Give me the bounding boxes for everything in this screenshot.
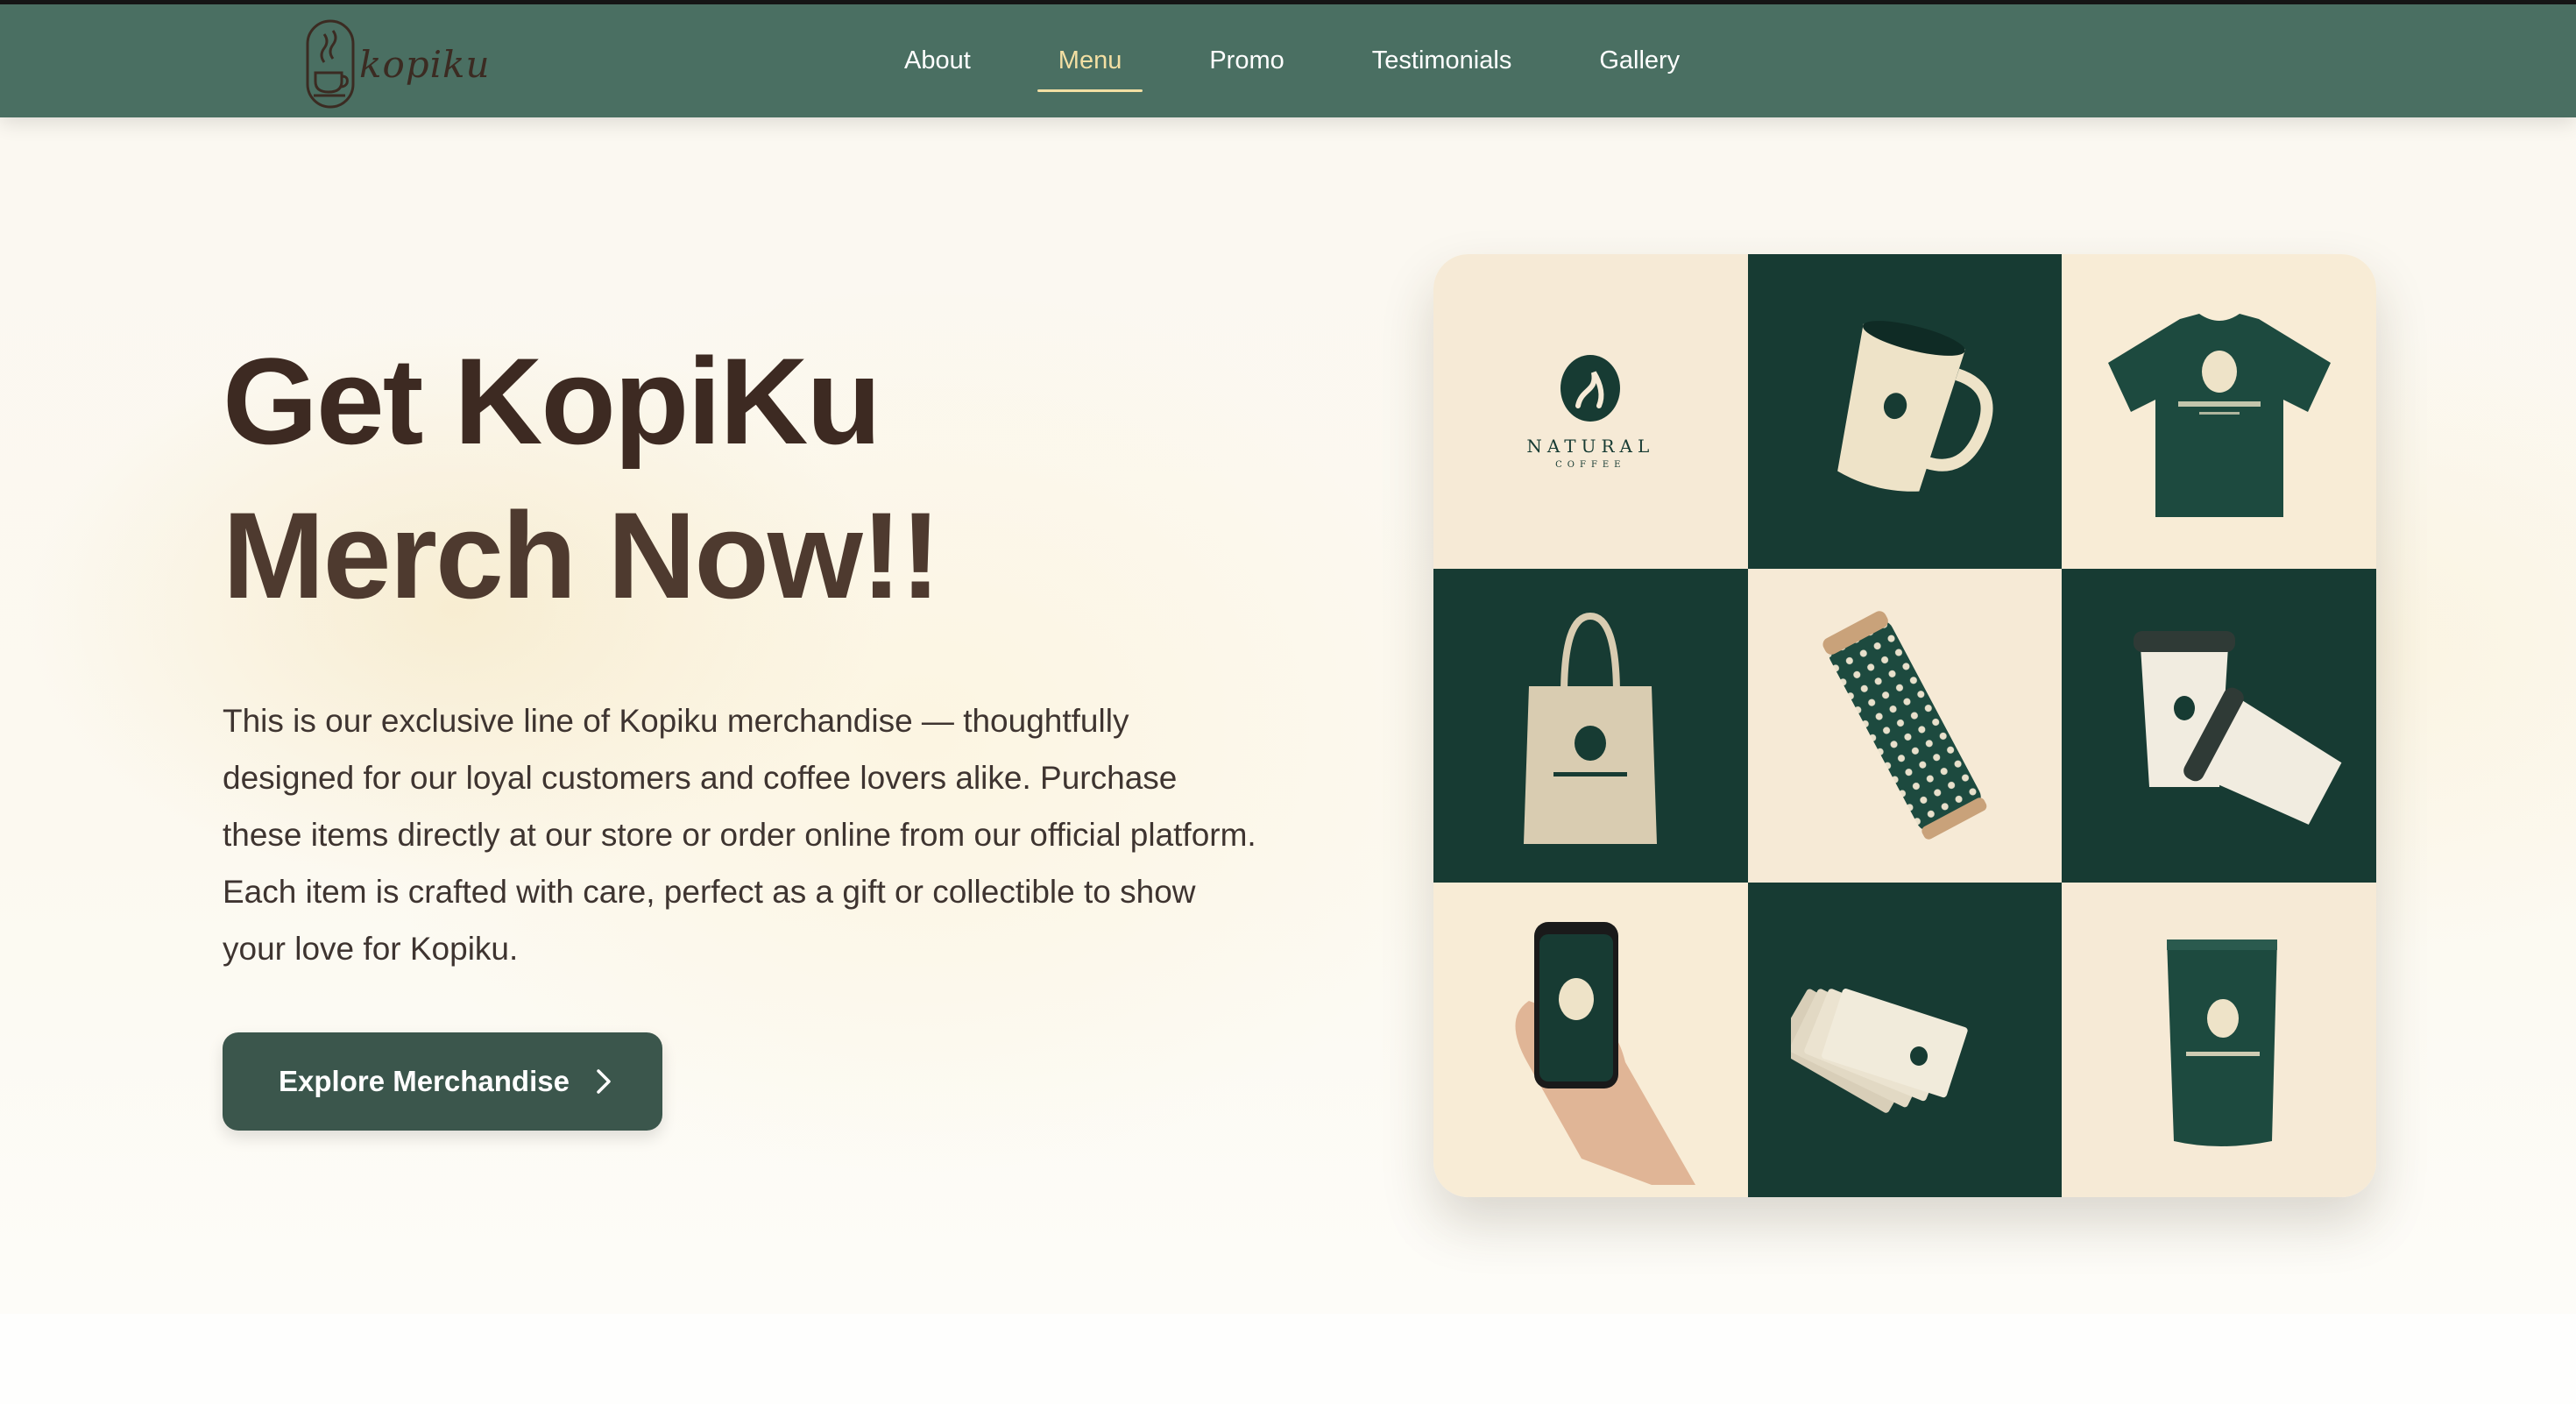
main-nav: About Menu Promo Testimonials Gallery <box>876 4 1681 117</box>
hero-title-line1: Get KopiKu <box>223 332 881 470</box>
merch-logo-tile: NATURAL COFFEE <box>1433 254 1748 569</box>
logo-brand-sub: COFFEE <box>1555 459 1626 470</box>
brand-wordmark: kopiku <box>359 42 491 86</box>
merch-paper-cups-tile <box>2062 568 2376 883</box>
merch-business-cards-tile <box>1747 883 2063 1197</box>
nav-testimonials[interactable]: Testimonials <box>1370 4 1514 117</box>
merch-mug-tile <box>1747 254 2063 569</box>
tumbler-icon <box>1822 611 1987 840</box>
nav-menu[interactable]: Menu <box>1037 4 1143 117</box>
merch-tumbler-tile <box>1747 568 2063 883</box>
coffee-bean-logo-icon <box>1560 354 1621 422</box>
explore-merchandise-button[interactable]: Explore Merchandise <box>223 1032 662 1131</box>
business-cards-icon <box>1790 988 1968 1113</box>
hero-title-line2: Merch Now!! <box>223 486 941 624</box>
navbar: kopiku About Menu Promo Testimonials Gal… <box>0 4 2576 117</box>
brand-logo[interactable]: kopiku <box>305 18 491 110</box>
t-shirt-icon <box>2107 314 2331 518</box>
merch-gallery-grid: NATURAL COFFEE <box>1433 254 2376 1197</box>
explore-merchandise-label: Explore Merchandise <box>279 1065 570 1097</box>
page-bottom <box>0 1314 2576 1404</box>
merch-coffee-pouch-tile <box>2062 883 2376 1197</box>
coffee-cup-logo-icon <box>306 19 355 109</box>
coffee-pouch-icon <box>2166 939 2277 1146</box>
hero-description: This is our exclusive line of Kopiku mer… <box>223 703 1256 967</box>
nav-gallery[interactable]: Gallery <box>1597 4 1681 117</box>
merch-phone-tile <box>1433 883 1748 1197</box>
merch-tote-bag-tile <box>1433 568 1748 883</box>
smartphone-icon <box>1515 921 1696 1185</box>
mug-icon <box>1837 321 1993 493</box>
merch-tshirt-tile <box>2062 254 2376 569</box>
tote-bag-icon <box>1524 612 1658 844</box>
paper-cups-icon <box>2133 630 2342 825</box>
nav-about[interactable]: About <box>902 4 973 117</box>
chevron-right-icon <box>597 1069 611 1094</box>
nav-promo[interactable]: Promo <box>1207 4 1285 117</box>
logo-brand-word: NATURAL <box>1526 435 1655 457</box>
